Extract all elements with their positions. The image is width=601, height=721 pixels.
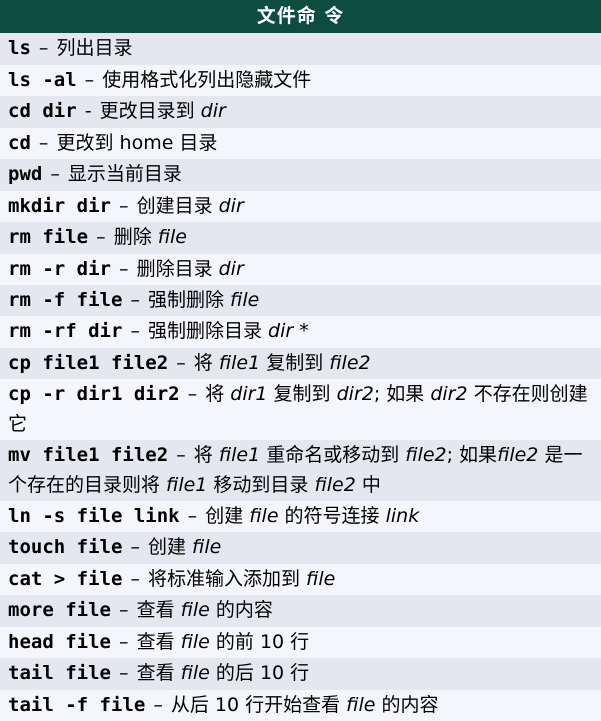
command-text: tail -f file [8, 694, 145, 716]
command-text: ls [8, 37, 31, 59]
command-row: cp file1 file2 – 将 file1 复制到 file2 [0, 348, 601, 379]
description-text: 强制删除 file [148, 289, 259, 311]
description-text: 显示当前目录 [68, 163, 182, 185]
command-row: pwd – 显示当前目录 [0, 159, 601, 190]
command-row: head file – 查看 file 的前 10 行 [0, 627, 601, 658]
separator: – [168, 352, 194, 374]
command-text: more file [8, 599, 111, 621]
command-text: rm -f file [8, 289, 122, 311]
description-text: 更改目录到 dir [100, 100, 226, 122]
separator: – [111, 662, 137, 684]
command-text: cp file1 file2 [8, 352, 168, 374]
command-text: cd dir [8, 100, 77, 122]
description-text: 查看 file 的内容 [137, 599, 273, 621]
separator: – [122, 536, 148, 558]
separator: – [88, 226, 114, 248]
separator: – [31, 37, 57, 59]
separator: – [77, 69, 103, 91]
command-text: rm -r dir [8, 258, 111, 280]
separator: – [122, 289, 148, 311]
command-row: more file – 查看 file 的内容 [0, 595, 601, 626]
command-row: ls -al – 使用格式化列出隐藏文件 [0, 65, 601, 96]
command-row: rm -rf dir – 强制删除目录 dir * [0, 316, 601, 347]
description-text: 使用格式化列出隐藏文件 [102, 69, 311, 91]
separator: – [111, 599, 137, 621]
separator: – [122, 568, 148, 590]
command-text: rm file [8, 226, 88, 248]
separator: – [42, 163, 68, 185]
command-row: touch file – 创建 file [0, 532, 601, 563]
command-text: cat > file [8, 568, 122, 590]
separator: – [180, 505, 206, 527]
separator: – [31, 132, 57, 154]
command-row: tail -f file – 从后 10 行开始查看 file 的内容 [0, 690, 601, 721]
description-text: 更改到 home 目录 [56, 132, 217, 154]
description-text: 查看 file 的后 10 行 [137, 662, 310, 684]
command-row: ln -s file link – 创建 file 的符号连接 link [0, 501, 601, 532]
description-text: 将 file1 复制到 file2 [194, 352, 371, 374]
separator: – [111, 258, 137, 280]
description-text: 创建 file [148, 536, 221, 558]
command-text: rm -rf dir [8, 320, 122, 342]
command-row: rm file – 删除 file [0, 222, 601, 253]
separator: – [168, 444, 194, 466]
command-row: cat > file – 将标准输入添加到 file [0, 564, 601, 595]
command-row: cd – 更改到 home 目录 [0, 128, 601, 159]
description-text: 从后 10 行开始查看 file 的内容 [171, 694, 439, 716]
command-row: tail file – 查看 file 的后 10 行 [0, 658, 601, 689]
separator: – [122, 320, 148, 342]
description-text: 强制删除目录 dir * [148, 320, 309, 342]
command-row: rm -f file – 强制删除 file [0, 285, 601, 316]
command-row: ls – 列出目录 [0, 33, 601, 64]
description-text: 创建目录 dir [137, 195, 244, 217]
command-row: cd dir - 更改目录到 dir [0, 96, 601, 127]
separator: - [77, 100, 100, 122]
description-text: 删除 file [114, 226, 187, 248]
description-text: 列出目录 [56, 37, 132, 59]
command-row: mv file1 file2 – 将 file1 重命名或移动到 file2; … [0, 440, 601, 501]
description-text: 查看 file 的前 10 行 [137, 631, 310, 653]
command-text: cd [8, 132, 31, 154]
command-text: ln -s file link [8, 505, 180, 527]
command-text: mv file1 file2 [8, 444, 168, 466]
command-text: ls -al [8, 69, 77, 91]
command-text: pwd [8, 163, 42, 185]
command-text: cp -r dir1 dir2 [8, 383, 180, 405]
description-text: 将标准输入添加到 file [148, 568, 335, 590]
section-header: 文件命 令 [0, 0, 601, 33]
command-text: touch file [8, 536, 122, 558]
separator: – [111, 631, 137, 653]
separator: – [180, 383, 206, 405]
description-text: 创建 file 的符号连接 link [205, 505, 419, 527]
command-row: mkdir dir – 创建目录 dir [0, 191, 601, 222]
command-row: cp -r dir1 dir2 – 将 dir1 复制到 dir2; 如果 di… [0, 379, 601, 440]
command-text: head file [8, 631, 111, 653]
command-row: rm -r dir – 删除目录 dir [0, 254, 601, 285]
command-text: mkdir dir [8, 195, 111, 217]
command-list: ls – 列出目录ls -al – 使用格式化列出隐藏文件cd dir - 更改… [0, 33, 601, 721]
separator: – [111, 195, 137, 217]
description-text: 删除目录 dir [137, 258, 244, 280]
command-text: tail file [8, 662, 111, 684]
separator: – [145, 694, 171, 716]
